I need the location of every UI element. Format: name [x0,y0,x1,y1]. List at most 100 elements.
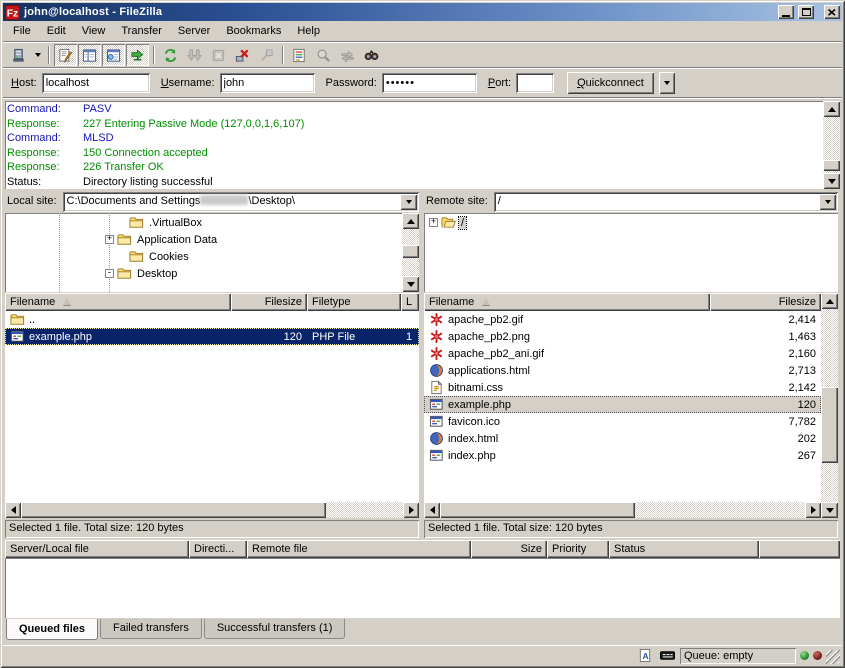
remote-list-scrollbar[interactable] [821,293,838,518]
tab-failed-transfers[interactable]: Failed transfers [100,619,202,639]
local-status-text: Selected 1 file. Total size: 120 bytes [5,520,419,538]
tab-successful-transfers[interactable]: Successful transfers (1) [204,619,346,639]
menu-edit[interactable]: Edit [39,22,74,40]
scroll-up-button[interactable] [821,293,838,309]
column-header-priority[interactable]: Priority [547,540,609,558]
file-row-example-php[interactable]: example.php 120 PHP File 1 [5,328,419,345]
expand-icon[interactable]: + [429,218,438,227]
log-line: Response:227 Entering Passive Mode (127,… [7,117,821,132]
maximize-button[interactable] [798,5,814,19]
column-header-size[interactable]: Size [471,540,547,558]
menu-file[interactable]: File [5,22,39,40]
menu-bookmarks[interactable]: Bookmarks [218,22,289,40]
scroll-down-button[interactable] [402,276,419,292]
local-tree-scrollbar[interactable] [402,213,419,292]
local-site-combo[interactable]: C:\Documents and Settings\Desktop\ [63,192,419,212]
menu-transfer[interactable]: Transfer [113,22,170,40]
column-header-filetype[interactable]: Filetype [307,293,401,311]
tree-item-application-data[interactable]: + Application Data [5,231,402,248]
find-files-button[interactable] [360,44,383,66]
toggle-remote-tree-button[interactable] [102,44,125,66]
port-input[interactable] [516,73,554,93]
username-label: Username: [161,77,215,89]
scroll-left-button[interactable] [5,502,21,518]
tree-item-root[interactable]: + / [424,214,838,231]
tree-item-virtualbox[interactable]: .VirtualBox [5,214,402,231]
menu-help[interactable]: Help [289,22,328,40]
log-line: Status:Directory listing successful [7,175,821,190]
tree-item-cookies[interactable]: Cookies [5,248,402,265]
disconnect-button[interactable] [231,44,254,66]
local-list-hscrollbar[interactable] [5,502,419,518]
title-bar[interactable]: john@localhost - FileZilla [3,3,842,21]
quickconnect-dropdown-button[interactable] [659,72,675,94]
file-row[interactable]: favicon.ico 7,782 [424,413,821,430]
column-header-server-local-file[interactable]: Server/Local file [5,540,189,558]
process-queue-icon [187,48,202,63]
scroll-thumb[interactable] [402,245,419,258]
close-button[interactable] [824,5,840,19]
file-row[interactable]: apache_pb2_ani.gif 2,160 [424,345,821,362]
column-header-empty [759,540,840,558]
browser-panes: Local site: C:\Documents and Settings\De… [3,190,842,538]
file-row[interactable]: index.html 202 [424,430,821,447]
local-directory-tree: .VirtualBox + Application Data Cookies - [5,213,419,292]
reconnect-icon [259,48,274,63]
remote-site-dropdown-button[interactable] [819,194,836,210]
tab-queued-files[interactable]: Queued files [6,619,98,640]
minimize-button[interactable] [778,5,794,19]
toggle-local-tree-button[interactable] [78,44,101,66]
file-row-example-php[interactable]: example.php 120 [424,396,821,413]
column-header-modified[interactable]: L [401,293,419,311]
file-row[interactable]: bitnami.css 2,142 [424,379,821,396]
scroll-thumb[interactable] [440,502,635,518]
menu-server[interactable]: Server [170,22,218,40]
scroll-up-button[interactable] [402,213,419,229]
scroll-thumb[interactable] [21,502,326,518]
remote-list-hscrollbar[interactable] [424,502,821,518]
file-row-parent-dir[interactable]: .. [5,311,419,328]
local-site-row: Local site: C:\Documents and Settings\De… [5,192,419,212]
column-header-filesize[interactable]: Filesize [710,293,821,311]
toggle-transfer-queue-button[interactable] [126,44,149,66]
quickconnect-button[interactable]: Quickconnect [567,72,654,94]
log-line: Response:226 Transfer OK [7,160,821,175]
file-row[interactable]: applications.html 2,713 [424,362,821,379]
site-manager-button[interactable] [7,44,30,66]
scroll-right-button[interactable] [805,502,821,518]
column-header-remote-file[interactable]: Remote file [247,540,471,558]
file-row[interactable]: apache_pb2.gif 2,414 [424,311,821,328]
expand-icon[interactable]: + [105,235,114,244]
file-row[interactable]: apache_pb2.png 1,463 [424,328,821,345]
resize-grip[interactable] [826,650,840,664]
scroll-down-button[interactable] [823,173,840,189]
column-header-filename[interactable]: Filename [424,293,710,311]
remote-site-combo[interactable]: / [494,192,838,212]
password-input[interactable] [382,73,477,93]
tree-item-desktop[interactable]: - Desktop [5,265,402,282]
column-header-status[interactable]: Status [609,540,759,558]
column-header-filename[interactable]: Filename [5,293,231,311]
toggle-message-log-button[interactable] [54,44,77,66]
directory-comparison-button [312,44,335,66]
remote-site-label: Remote site: [424,192,494,212]
directory-listing-filters-button[interactable] [288,44,311,66]
site-manager-dropdown-button[interactable] [31,44,44,66]
menu-view[interactable]: View [74,22,114,40]
log-scrollbar[interactable] [823,101,840,189]
queue-list[interactable] [5,558,840,618]
refresh-button[interactable] [159,44,182,66]
scroll-down-button[interactable] [821,502,838,518]
column-header-direction[interactable]: Directi... [189,540,247,558]
scroll-thumb[interactable] [821,387,838,463]
scroll-right-button[interactable] [403,502,419,518]
collapse-icon[interactable]: - [105,269,114,278]
column-header-filesize[interactable]: Filesize [231,293,307,311]
username-input[interactable] [220,73,315,93]
file-row[interactable]: index.php 267 [424,447,821,464]
scroll-up-button[interactable] [823,101,840,117]
scroll-left-button[interactable] [424,502,440,518]
scroll-thumb[interactable] [823,160,840,171]
host-input[interactable] [42,73,150,93]
local-site-dropdown-button[interactable] [400,194,417,210]
